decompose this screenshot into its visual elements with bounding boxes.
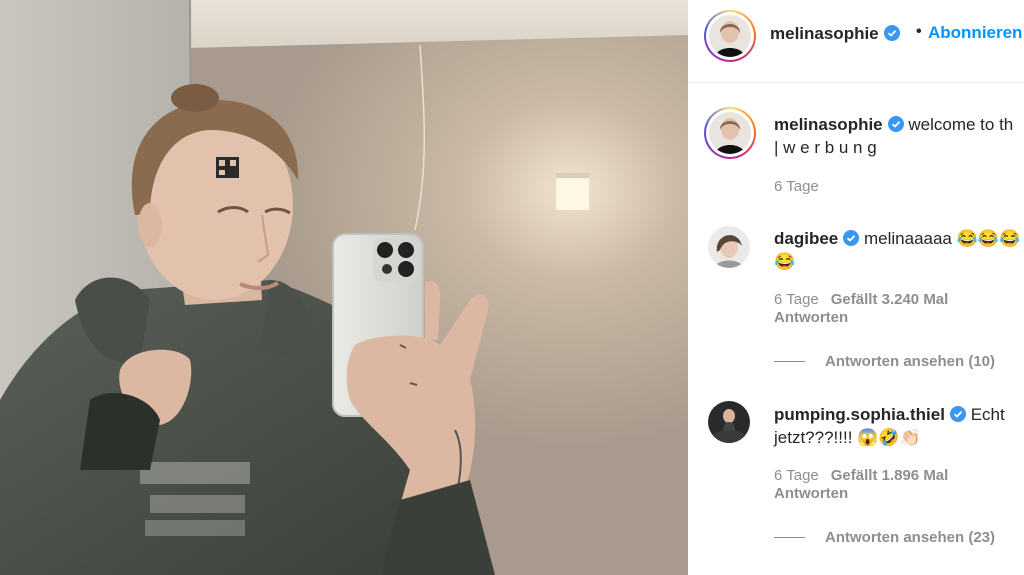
caption-username[interactable]: melinasophie <box>774 115 883 134</box>
replies-divider <box>774 537 805 538</box>
post-image <box>0 0 688 575</box>
comment-meta: 6 Tage Gefällt 1.896 Mal <box>774 467 948 484</box>
comment-text: Echt <box>970 405 1005 424</box>
author-avatar[interactable] <box>704 10 756 62</box>
reply-button[interactable]: Antworten <box>774 309 848 326</box>
caption-avatar[interactable] <box>704 107 756 159</box>
comment-likes[interactable]: Gefällt 3.240 Mal <box>831 291 949 308</box>
comment-time[interactable]: 6 Tage <box>774 291 819 308</box>
commenter-avatar[interactable] <box>708 226 750 268</box>
verified-badge-icon <box>949 406 966 422</box>
replies-divider <box>774 361 805 362</box>
follow-button[interactable]: Abonnieren <box>928 23 1022 43</box>
post-photo <box>0 0 688 575</box>
comment-line-1: pumping.sophia.thiel Echt <box>774 403 1005 426</box>
comment-line-2: jetzt???!!!! 😱🤣👏🏻 <box>774 428 921 447</box>
comment-username[interactable]: dagibee <box>774 229 838 248</box>
separator-dot: • <box>916 23 922 40</box>
comment-text: melinaaaaa 😂😂😂 <box>863 229 1021 248</box>
caption-text: welcome to th <box>908 115 1014 134</box>
caption-time[interactable]: 6 Tage <box>774 178 819 195</box>
verified-badge-icon <box>883 25 900 41</box>
caption-line-1: melinasophie welcome to th <box>774 113 1013 136</box>
verified-badge-icon <box>887 116 904 132</box>
comment-meta: 6 Tage Gefällt 3.240 Mal <box>774 291 948 308</box>
reply-button[interactable]: Antworten <box>774 485 848 502</box>
commenter-avatar[interactable] <box>708 401 750 443</box>
comment-line-1: dagibee melinaaaaa 😂😂😂 <box>774 227 1020 250</box>
comment-time[interactable]: 6 Tage <box>774 467 819 484</box>
view-replies-button[interactable]: Antworten ansehen (23) <box>825 529 995 546</box>
comments-panel: melinasophie • Abonnieren melinasophie w… <box>688 0 1024 575</box>
view-replies-button[interactable]: Antworten ansehen (10) <box>825 353 995 370</box>
comment-username[interactable]: pumping.sophia.thiel <box>774 405 945 424</box>
comment-likes[interactable]: Gefällt 1.896 Mal <box>831 467 949 484</box>
comment-line-2: 😂 <box>774 252 796 271</box>
caption-line-2: | w e r b u n g <box>774 138 877 157</box>
verified-badge-icon <box>843 230 860 246</box>
post-header: melinasophie • Abonnieren <box>688 0 1024 83</box>
author-username[interactable]: melinasophie <box>770 24 900 44</box>
